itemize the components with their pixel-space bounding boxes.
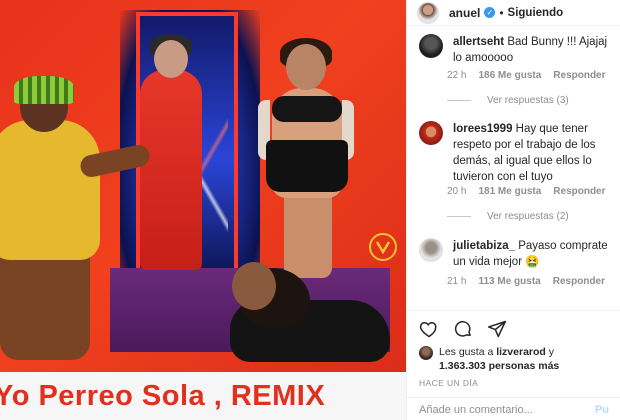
post-header: anuel ✓ • Siguiendo	[407, 0, 620, 26]
action-icons-row	[419, 319, 507, 339]
left-figure-bodysuit	[0, 120, 100, 260]
singer-head	[154, 40, 188, 78]
reply-button[interactable]: Responder	[553, 70, 605, 81]
author-username[interactable]: anuel	[449, 6, 480, 20]
right-figure-top	[272, 96, 342, 122]
author-avatar[interactable]	[417, 1, 439, 24]
comment-body: lorees1999 Hay que tener respeto por el …	[453, 121, 615, 185]
reply-button[interactable]: Responder	[553, 186, 605, 197]
comment-likes[interactable]: 181 Me gusta	[478, 186, 541, 197]
post-timestamp[interactable]: HACE UN DÍA	[419, 378, 478, 388]
replies-divider	[447, 100, 471, 101]
view-replies-label: Ver respuestas (3)	[487, 95, 569, 106]
likes-text: Les gusta a lizverarod y 1.363.303 perso…	[439, 345, 559, 373]
comment-icon[interactable]	[453, 319, 473, 339]
caption-overlay-text: Yo Perreo Sola , REMIX	[0, 379, 326, 412]
singer-figure	[140, 70, 202, 270]
comment-body: julietabiza_ Payaso comprate un vida mej…	[453, 238, 615, 270]
likes-connector: y	[548, 346, 554, 358]
likes-count[interactable]: 1.363.303	[439, 360, 486, 372]
commenter-username[interactable]: lorees1999	[453, 123, 512, 135]
comment-meta: 21 h 113 Me gusta Responder	[447, 276, 605, 287]
comment-body: allertseht Bad Bunny !!! Ajajaj lo amooo…	[453, 34, 615, 66]
commenter-username[interactable]: julietabiza_	[453, 240, 515, 252]
comment-item: julietabiza_ Payaso comprate un vida mej…	[419, 238, 615, 270]
comment-item: allertseht Bad Bunny !!! Ajajaj lo amooo…	[419, 34, 615, 66]
view-replies-label: Ver respuestas (2)	[487, 211, 569, 222]
right-figure-legs	[284, 188, 332, 278]
commenter-username[interactable]: allertseht	[453, 36, 504, 48]
commenter-avatar[interactable]	[419, 238, 443, 262]
reply-button[interactable]: Responder	[553, 276, 605, 287]
comment-time[interactable]: 22 h	[447, 70, 466, 81]
logo-mark-icon	[369, 233, 397, 261]
comment-likes[interactable]: 113 Me gusta	[478, 276, 540, 287]
view-replies-button[interactable]: Ver respuestas (3)	[447, 95, 569, 106]
following-button[interactable]: Siguiendo	[508, 7, 564, 19]
likes-suffix[interactable]: personas más	[489, 360, 560, 372]
heart-icon[interactable]	[419, 319, 439, 339]
share-icon[interactable]	[487, 319, 507, 339]
view-replies-button[interactable]: Ver respuestas (2)	[447, 211, 569, 222]
add-comment-bar: Pu	[407, 397, 620, 420]
crawling-figure-head	[232, 262, 276, 310]
likes-prefix: Les gusta a	[439, 346, 494, 358]
liker-avatar	[419, 346, 433, 360]
header-separator: •	[499, 5, 504, 20]
caption-banner: Yo Perreo Sola , REMIX	[0, 372, 406, 420]
liker-username[interactable]: lizverarod	[496, 346, 546, 358]
comments-list[interactable]: allertseht Bad Bunny !!! Ajajaj lo amooo…	[407, 26, 620, 310]
comment-likes[interactable]: 186 Me gusta	[478, 70, 541, 81]
post-comment-button[interactable]: Pu	[595, 404, 609, 416]
channel-logo	[366, 230, 400, 264]
comment-time[interactable]: 20 h	[447, 186, 466, 197]
right-figure-head	[286, 44, 326, 90]
likes-summary[interactable]: Les gusta a lizverarod y 1.363.303 perso…	[419, 345, 559, 373]
comment-item: lorees1999 Hay que tener respeto por el …	[419, 121, 615, 185]
comment-time[interactable]: 21 h	[447, 276, 466, 287]
left-figure-hair	[14, 76, 74, 104]
replies-divider	[447, 216, 471, 217]
post-sidebar: anuel ✓ • Siguiendo allertseht Bad Bunny…	[406, 0, 620, 420]
comment-input[interactable]	[419, 403, 595, 416]
verified-badge-icon: ✓	[484, 7, 496, 18]
right-figure-skirt	[266, 140, 348, 192]
post-image[interactable]: Yo Perreo Sola , REMIX	[0, 0, 406, 420]
comment-meta: 20 h 181 Me gusta Responder	[447, 186, 606, 197]
commenter-avatar[interactable]	[419, 121, 443, 145]
comment-meta: 22 h 186 Me gusta Responder	[447, 70, 606, 81]
post-actions: Les gusta a lizverarod y 1.363.303 perso…	[407, 310, 620, 420]
commenter-avatar[interactable]	[419, 34, 443, 58]
